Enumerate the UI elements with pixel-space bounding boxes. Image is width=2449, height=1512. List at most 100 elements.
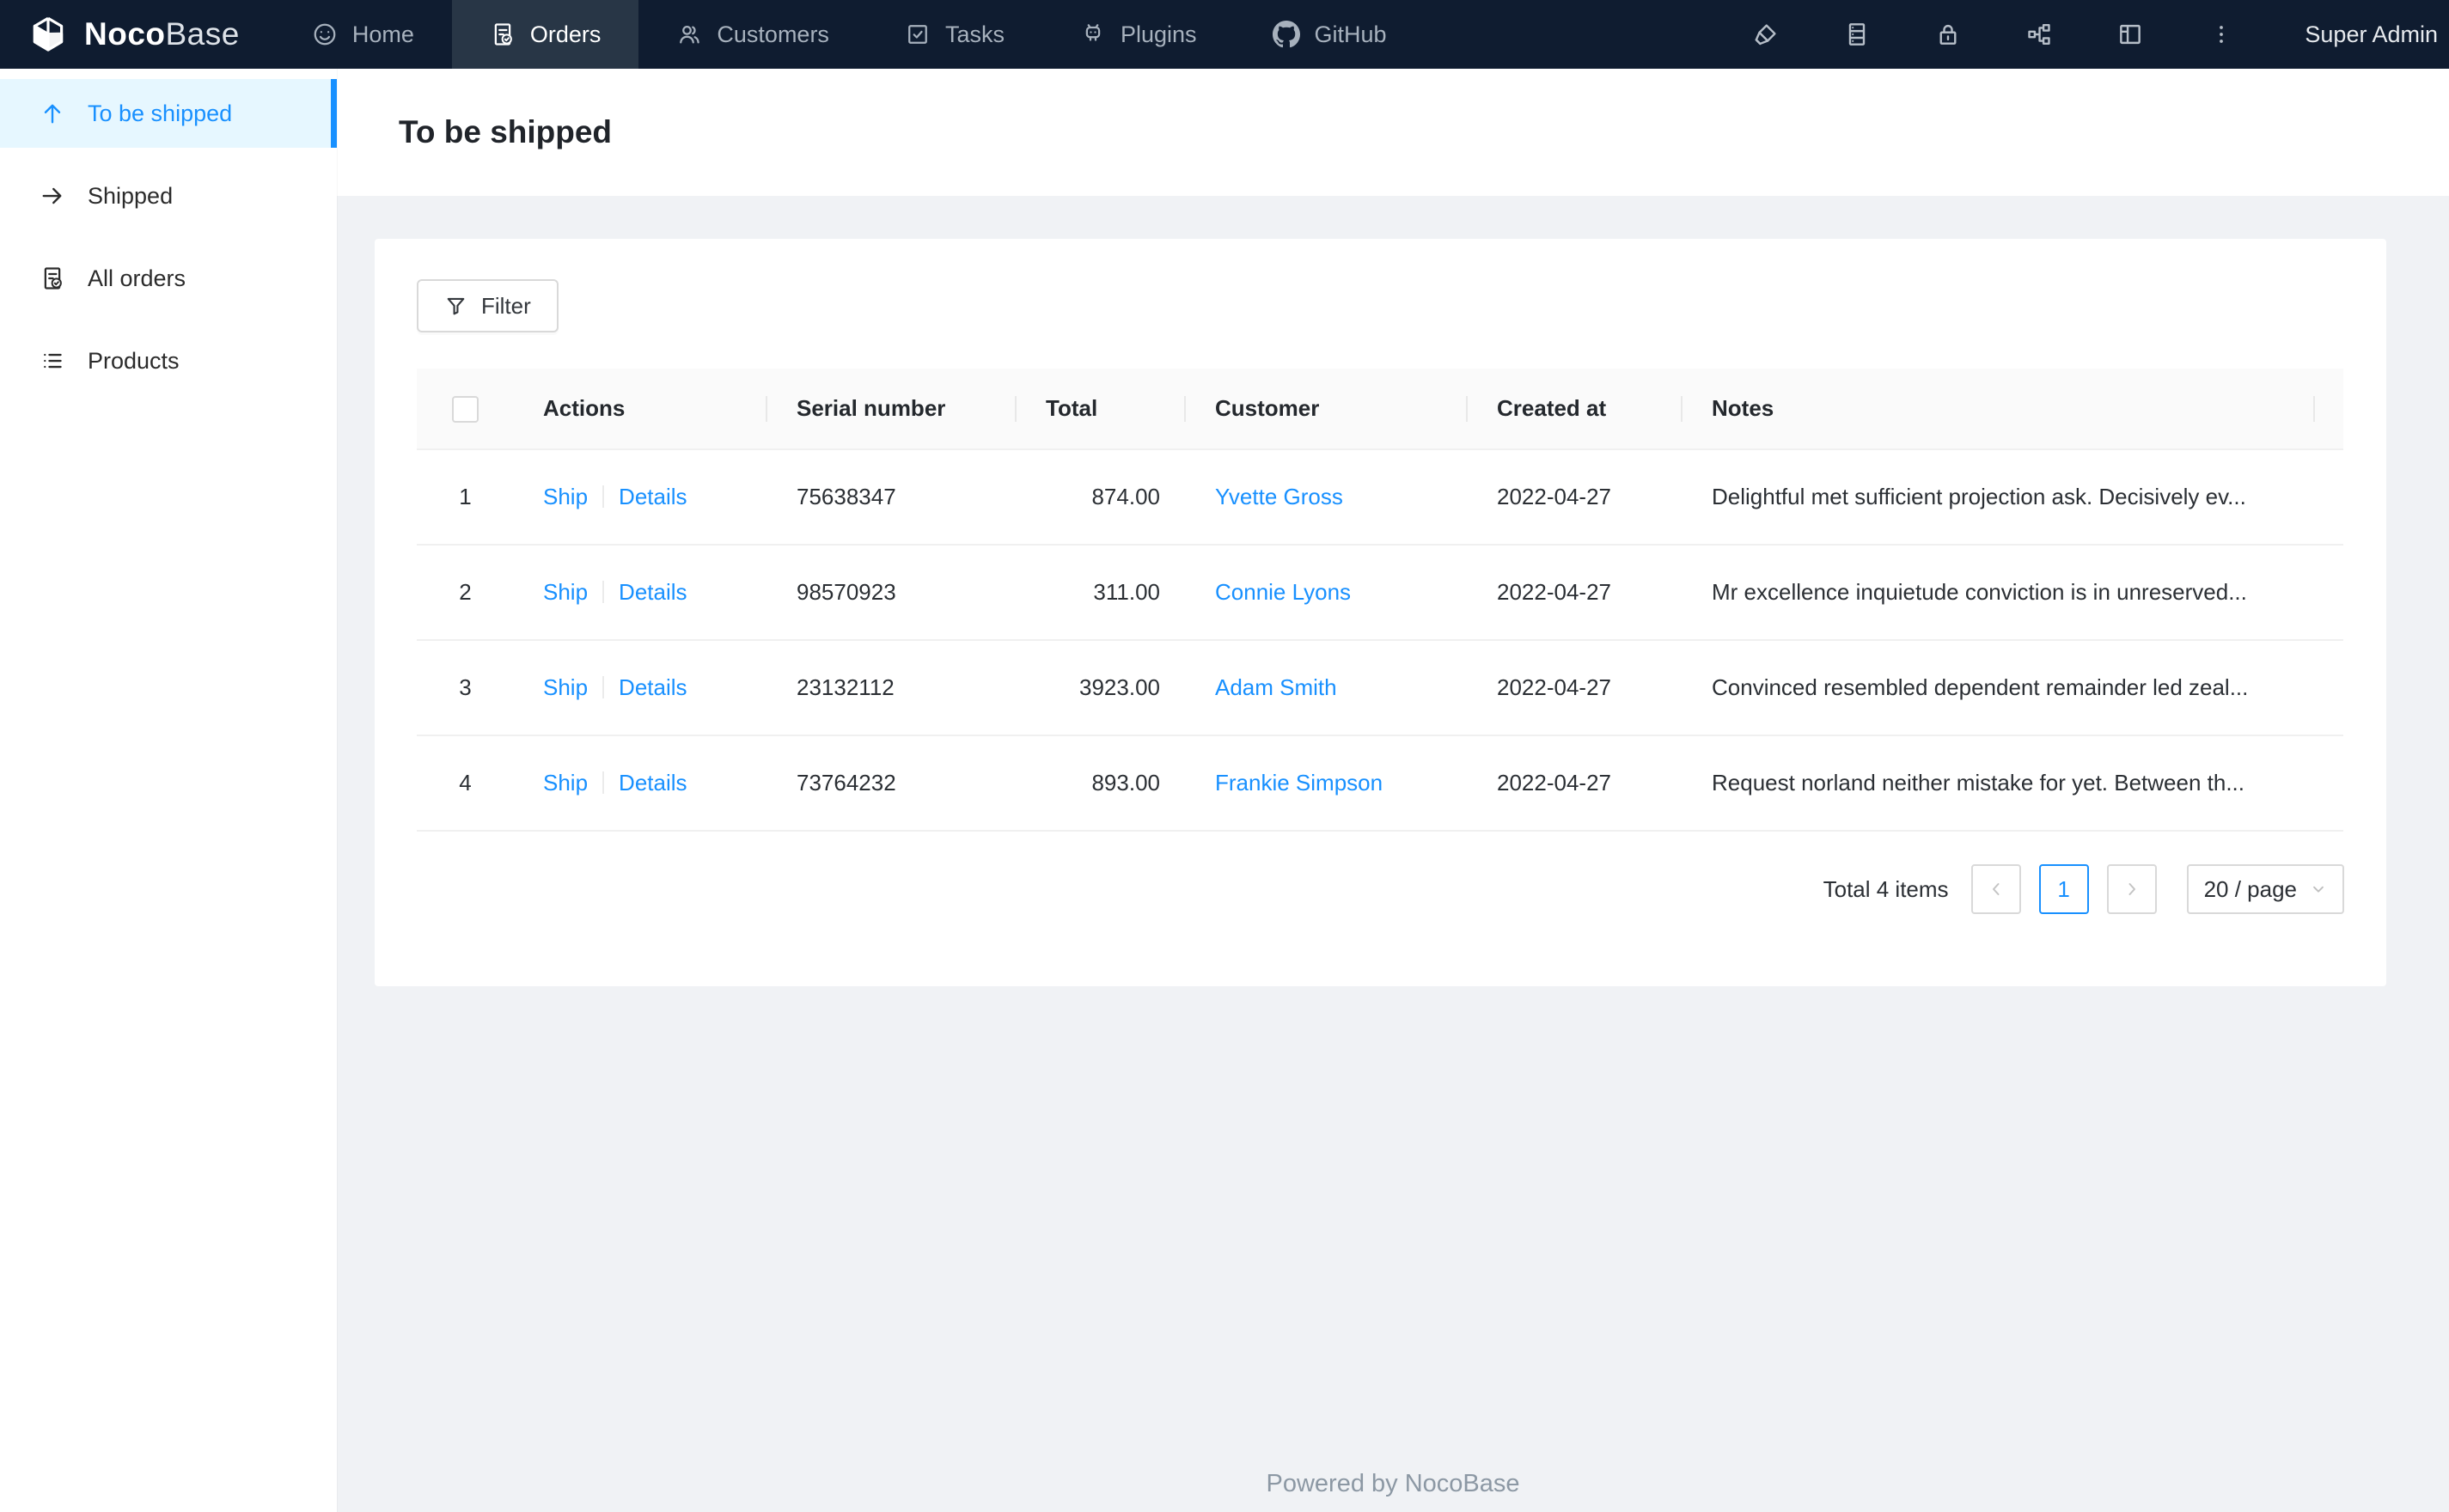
action-divider: [602, 676, 605, 698]
nav-item-tasks[interactable]: Tasks: [867, 0, 1042, 69]
row-notes: Mr excellence inquietude conviction is i…: [1683, 545, 2315, 641]
select-all-checkbox[interactable]: [452, 395, 479, 423]
funnel-icon: [444, 295, 467, 318]
row-notes: Delightful met sufficient projection ask…: [1683, 449, 2315, 546]
select-all-header: [417, 369, 514, 450]
row-customer: Adam Smith: [1186, 640, 1468, 736]
github-icon: [1272, 21, 1300, 48]
row-customer: Connie Lyons: [1186, 545, 1468, 641]
nav-item-label: Plugins: [1120, 21, 1197, 47]
partition-icon: [2025, 21, 2053, 48]
nocobase-logo[interactable]: NocoBase: [0, 14, 274, 55]
column-header-notes: Notes: [1683, 369, 2315, 450]
nav-item-github[interactable]: GitHub: [1235, 0, 1425, 69]
customer-link[interactable]: Frankie Simpson: [1215, 770, 1383, 796]
nav-item-label: GitHub: [1314, 21, 1387, 47]
row-total: 874.00: [1017, 449, 1186, 546]
layout-icon: [2116, 21, 2144, 48]
ship-link[interactable]: Ship: [543, 579, 588, 605]
next-page-button[interactable]: [2106, 864, 2157, 914]
row-index: 2: [417, 545, 514, 641]
nav-item-home[interactable]: Home: [274, 0, 452, 69]
details-link[interactable]: Details: [619, 674, 687, 700]
page-size-select[interactable]: 20 / page: [2186, 864, 2344, 914]
sidebar-item-products[interactable]: Products: [0, 326, 337, 395]
page-header: To be shipped: [337, 69, 2449, 196]
sidebar-item-label: To be shipped: [88, 100, 233, 126]
row-index: 4: [417, 735, 514, 832]
row-created-at: 2022-04-27: [1468, 640, 1683, 736]
pagination: Total 4 items 1 20 / page: [417, 864, 2344, 914]
filter-button[interactable]: Filter: [417, 279, 559, 332]
user-menu[interactable]: Super Admin: [2305, 21, 2438, 48]
row-serial-number: 98570923: [767, 545, 1017, 641]
collections-button[interactable]: [1811, 0, 1902, 69]
row-filler: [2315, 545, 2343, 641]
column-header-serial-number: Serial number: [767, 369, 1017, 450]
row-filler: [2315, 640, 2343, 736]
row-serial-number: 75638347: [767, 449, 1017, 546]
highlighter-icon: [1752, 21, 1780, 48]
action-divider: [602, 581, 605, 603]
layout-settings-button[interactable]: [2085, 0, 2176, 69]
sidebar-item-to-be-shipped[interactable]: To be shipped: [0, 79, 337, 148]
row-serial-number: 73764232: [767, 735, 1017, 832]
customer-link[interactable]: Connie Lyons: [1215, 579, 1351, 605]
team-icon: [676, 21, 702, 47]
sidebar-item-all-orders[interactable]: All orders: [0, 244, 337, 313]
table-row: 4 Ship Details 73764232 893.00 Frankie Si…: [417, 735, 2343, 832]
nocobase-cube-icon: [26, 14, 70, 55]
brand-text: NocoBase: [84, 16, 240, 52]
unordered-list-icon: [40, 348, 65, 374]
row-total: 3923.00: [1017, 640, 1186, 736]
orders-table: Actions Serial number Total Customer Cre…: [417, 369, 2343, 832]
row-filler: [2315, 449, 2343, 546]
chevron-left-icon: [1986, 879, 2006, 899]
database-icon: [1843, 21, 1871, 48]
details-link[interactable]: Details: [619, 770, 687, 796]
more-button[interactable]: [2176, 0, 2267, 69]
row-actions: Ship Details: [514, 545, 767, 641]
table-row: 1 Ship Details 75638347 874.00 Yvette Gro…: [417, 449, 2343, 546]
details-link[interactable]: Details: [619, 579, 687, 605]
ship-link[interactable]: Ship: [543, 770, 588, 796]
row-filler: [2315, 735, 2343, 832]
nav-item-orders[interactable]: Orders: [451, 0, 639, 69]
row-notes: Request norland neither mistake for yet.…: [1683, 735, 2315, 832]
nav-item-customers[interactable]: Customers: [638, 0, 867, 69]
sidebar-item-shipped[interactable]: Shipped: [0, 162, 337, 230]
row-actions: Ship Details: [514, 449, 767, 546]
access-control-button[interactable]: [1902, 0, 1994, 69]
page-title: To be shipped: [399, 114, 613, 149]
arrow-right-icon: [40, 183, 65, 209]
row-serial-number: 23132112: [767, 640, 1017, 736]
nav-item-plugins[interactable]: Plugins: [1042, 0, 1235, 69]
workflow-button[interactable]: [1994, 0, 2085, 69]
top-navbar: NocoBase Home Orders Customers Tasks Plu…: [0, 0, 2449, 69]
arrow-up-icon: [40, 101, 65, 126]
row-total: 311.00: [1017, 545, 1186, 641]
row-total: 893.00: [1017, 735, 1186, 832]
sidebar-item-label: All orders: [88, 265, 186, 291]
customer-link[interactable]: Yvette Gross: [1215, 484, 1343, 509]
page-1-button[interactable]: 1: [2038, 864, 2089, 914]
file-done-icon: [40, 265, 65, 291]
details-link[interactable]: Details: [619, 484, 687, 509]
ship-link[interactable]: Ship: [543, 484, 588, 509]
row-index: 3: [417, 640, 514, 736]
more-vertical-icon: [2208, 21, 2235, 48]
smiley-icon: [312, 21, 338, 47]
pagination-total: Total 4 items: [1823, 875, 1949, 902]
row-created-at: 2022-04-27: [1468, 545, 1683, 641]
ship-link[interactable]: Ship: [543, 674, 588, 700]
check-square-icon: [905, 21, 931, 47]
content-area: Filter Actions Serial number Total Custo…: [337, 196, 2449, 1512]
previous-page-button[interactable]: [1970, 864, 2021, 914]
ui-editor-button[interactable]: [1720, 0, 1811, 69]
column-header-total: Total: [1017, 369, 1186, 450]
table-row: 3 Ship Details 23132112 3923.00 Adam Smit…: [417, 640, 2343, 736]
sidebar-item-label: Products: [88, 347, 180, 374]
table-row: 2 Ship Details 98570923 311.00 Connie Lyo…: [417, 545, 2343, 641]
customer-link[interactable]: Adam Smith: [1215, 674, 1337, 700]
action-divider: [602, 771, 605, 794]
